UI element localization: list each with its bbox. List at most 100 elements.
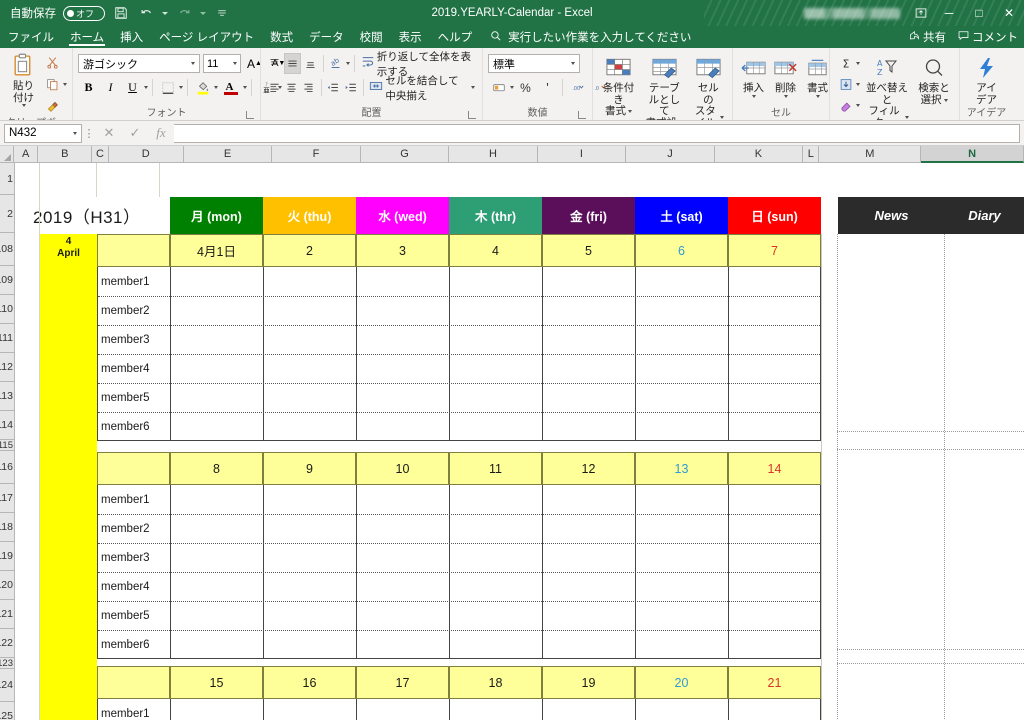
column-header-M[interactable]: M: [819, 146, 922, 163]
week2-date-sat[interactable]: 13: [635, 452, 728, 485]
tab-formulas[interactable]: 数式: [262, 26, 301, 48]
week1-date-mon[interactable]: 4月1日: [170, 234, 263, 267]
column-header-I[interactable]: I: [537, 146, 627, 163]
close-button[interactable]: ✕: [994, 0, 1024, 26]
merge-center-button[interactable]: セルを結合して中央揃え: [367, 75, 477, 102]
column-header-A[interactable]: A: [14, 146, 39, 163]
clear-icon[interactable]: [835, 95, 856, 116]
italic-button[interactable]: I: [100, 77, 121, 98]
column-header-E[interactable]: E: [183, 146, 273, 163]
undo-dropdown-caret-icon[interactable]: [162, 11, 168, 15]
account-name-blurred[interactable]: [804, 7, 900, 19]
week2-date-thu[interactable]: 11: [449, 452, 542, 485]
column-header-K[interactable]: K: [714, 146, 804, 163]
week1-date-fri[interactable]: 5: [542, 234, 635, 267]
row-header-122[interactable]: 122: [0, 629, 15, 658]
column-header-C[interactable]: C: [92, 146, 109, 163]
underline-button[interactable]: U: [122, 77, 143, 98]
week2-date-wed[interactable]: 10: [356, 452, 449, 485]
insert-cells-button[interactable]: 挿入: [738, 52, 769, 99]
row-header-112[interactable]: 112: [0, 353, 15, 382]
format-as-table-button[interactable]: テーブルとして 書式設定: [641, 52, 688, 120]
font-name-caret-icon[interactable]: [191, 62, 195, 65]
week3-date-tue[interactable]: 16: [263, 666, 356, 699]
tab-review[interactable]: 校閲: [352, 26, 391, 48]
bold-button[interactable]: B: [78, 77, 99, 98]
number-format-caret-icon[interactable]: [571, 62, 575, 65]
tab-page-layout[interactable]: ページ レイアウト: [151, 26, 262, 48]
clear-caret-icon[interactable]: [856, 104, 860, 107]
align-center-icon[interactable]: [283, 77, 299, 98]
row-header-111[interactable]: 111: [0, 324, 15, 353]
save-icon[interactable]: [112, 4, 130, 22]
text-orientation-icon[interactable]: ab: [328, 53, 345, 74]
align-bottom-icon[interactable]: [302, 53, 319, 74]
delete-caret-icon[interactable]: [783, 94, 788, 98]
week1-date-thu[interactable]: 4: [449, 234, 542, 267]
paste-dropdown-caret-icon[interactable]: [21, 104, 26, 107]
week3-date-fri[interactable]: 19: [542, 666, 635, 699]
conditional-caret-icon[interactable]: [628, 110, 633, 114]
row-header-110[interactable]: 110: [0, 295, 15, 324]
find-select-button[interactable]: 検索と 選択: [914, 52, 954, 107]
week2-date-fri[interactable]: 12: [542, 452, 635, 485]
share-button[interactable]: 共有: [909, 29, 946, 45]
format-painter-button[interactable]: [42, 96, 63, 117]
fill-color-caret-icon[interactable]: [214, 86, 218, 89]
align-middle-icon[interactable]: [283, 53, 302, 74]
conditional-formatting-button[interactable]: 条件付き 書式: [598, 52, 639, 119]
align-right-icon[interactable]: [300, 77, 316, 98]
copy-button[interactable]: [42, 74, 63, 95]
insert-caret-icon[interactable]: [751, 94, 756, 98]
row-header-113[interactable]: 113: [0, 382, 15, 411]
font-size-caret-icon[interactable]: [233, 62, 237, 65]
row-header-2[interactable]: 2: [0, 195, 15, 233]
font-size-combo[interactable]: 11: [203, 54, 241, 73]
merge-center-caret-icon[interactable]: [471, 86, 476, 89]
fill-color-icon[interactable]: [192, 77, 213, 98]
orientation-caret-icon[interactable]: [345, 62, 350, 65]
sort-filter-button[interactable]: AZ 並べ替えと フィルター: [862, 52, 912, 120]
week3-label-cell[interactable]: [97, 666, 170, 699]
week3-date-sat[interactable]: 20: [635, 666, 728, 699]
customize-quick-access-icon[interactable]: [213, 4, 231, 22]
row-header-115[interactable]: 115: [0, 440, 15, 451]
maximize-button[interactable]: □: [964, 0, 994, 26]
cell-styles-caret-icon[interactable]: [720, 116, 724, 119]
autosum-icon[interactable]: Σ: [835, 53, 856, 74]
name-box-caret-icon[interactable]: [73, 131, 77, 135]
format-caret-icon[interactable]: [815, 94, 820, 98]
undo-icon[interactable]: [137, 4, 155, 22]
tab-insert[interactable]: 挿入: [112, 26, 151, 48]
spreadsheet-grid[interactable]: 2019（H31） 月 (mon) 火 (thu) 水 (wed) 木 (thr…: [0, 146, 1024, 720]
currency-caret-icon[interactable]: [510, 86, 514, 89]
tab-data[interactable]: データ: [301, 26, 352, 48]
week3-date-sun[interactable]: 21: [728, 666, 821, 699]
week2-date-tue[interactable]: 9: [263, 452, 356, 485]
increase-decimal-icon[interactable]: .00: [567, 77, 588, 98]
row-header-117[interactable]: 117: [0, 484, 15, 513]
row-header-120[interactable]: 120: [0, 571, 15, 600]
tab-view[interactable]: 表示: [391, 26, 430, 48]
decrease-indent-icon[interactable]: [325, 77, 341, 98]
column-header-N[interactable]: N: [921, 146, 1024, 163]
font-color-caret-icon[interactable]: [243, 86, 247, 89]
cancel-icon[interactable]: ✕: [96, 125, 122, 141]
ribbon-display-options-icon[interactable]: [908, 0, 934, 26]
row-header-116[interactable]: 116: [0, 451, 15, 484]
fill-caret-icon[interactable]: [856, 83, 860, 86]
week3-date-wed[interactable]: 17: [356, 666, 449, 699]
column-header-F[interactable]: F: [272, 146, 361, 163]
copy-dropdown-caret-icon[interactable]: [63, 83, 67, 86]
formula-input[interactable]: [174, 123, 1020, 143]
week2-date-mon[interactable]: 8: [170, 452, 263, 485]
week3-date-thu[interactable]: 18: [449, 666, 542, 699]
week2-label-cell[interactable]: [97, 452, 170, 485]
week1-label-cell[interactable]: [97, 234, 170, 267]
name-box[interactable]: N432: [4, 123, 82, 143]
autosave-toggle[interactable]: オフ: [63, 5, 105, 21]
row-header-123[interactable]: 123: [0, 658, 15, 669]
week1-date-wed[interactable]: 3: [356, 234, 449, 267]
row-header-109[interactable]: 109: [0, 266, 15, 295]
number-format-combo[interactable]: 標準: [488, 54, 580, 73]
